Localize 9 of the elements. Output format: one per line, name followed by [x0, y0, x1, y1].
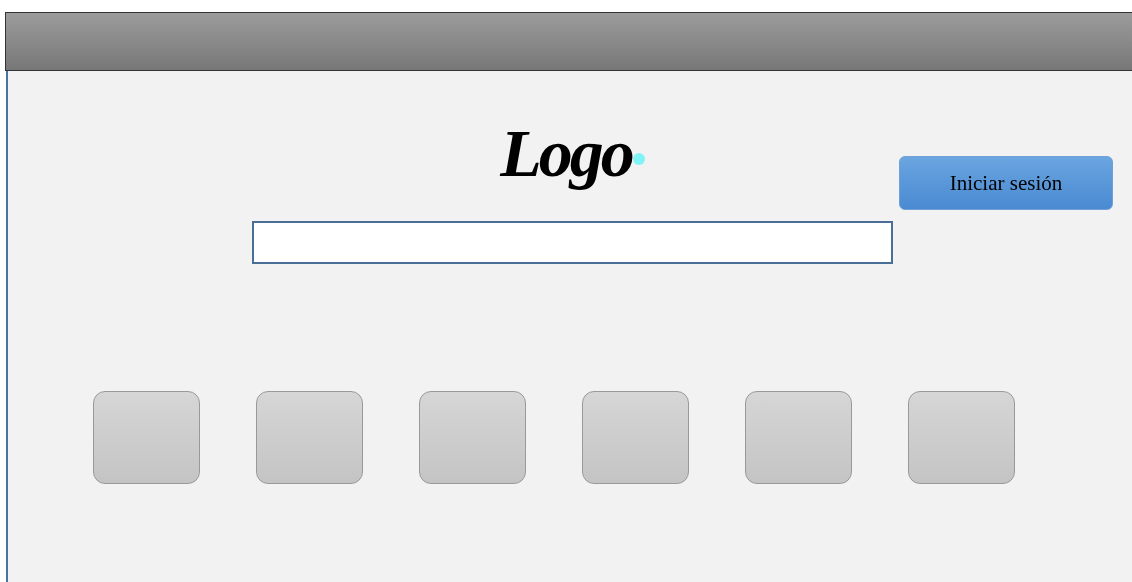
app-tile[interactable]	[93, 391, 200, 484]
app-tile[interactable]	[582, 391, 689, 484]
search-field[interactable]	[252, 221, 893, 264]
app-tile[interactable]	[908, 391, 1015, 484]
login-button[interactable]: Iniciar sesión	[899, 156, 1113, 210]
dot-icon	[632, 153, 645, 165]
app-tile[interactable]	[745, 391, 852, 484]
app-tile[interactable]	[419, 391, 526, 484]
app-tile[interactable]	[256, 391, 363, 484]
